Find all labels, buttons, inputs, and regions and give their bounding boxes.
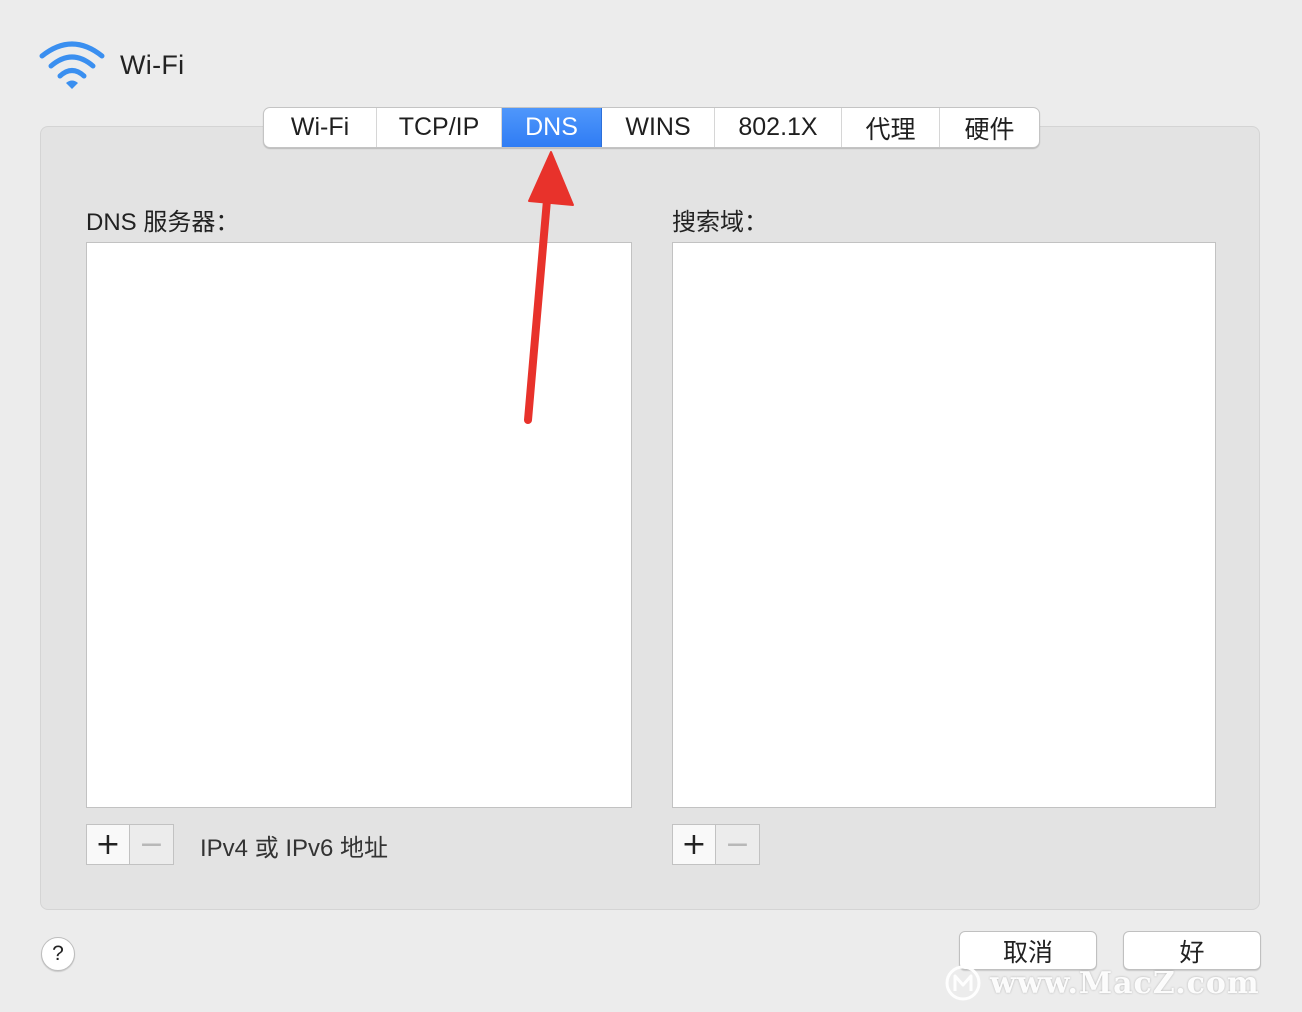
- tab-bar: Wi-Fi TCP/IP DNS WINS 802.1X 代理 硬件: [263, 107, 1040, 148]
- search-domains-list[interactable]: [672, 242, 1216, 808]
- macz-logo-icon: [945, 965, 981, 1001]
- dns-address-hint: IPv4 或 IPv6 地址: [200, 835, 389, 862]
- add-dns-server-button[interactable]: +: [86, 824, 130, 865]
- dns-servers-list[interactable]: [86, 242, 632, 808]
- window-header: Wi-Fi: [38, 38, 184, 92]
- window-title: Wi-Fi: [120, 49, 185, 80]
- tab-hardware[interactable]: 硬件: [940, 108, 1039, 147]
- wifi-icon: [39, 41, 105, 89]
- tab-8021x[interactable]: 802.1X: [715, 108, 842, 147]
- dns-servers-buttons: + −: [86, 824, 174, 865]
- add-search-domain-button[interactable]: +: [672, 824, 716, 865]
- remove-dns-server-button[interactable]: −: [130, 824, 174, 865]
- tab-wifi[interactable]: Wi-Fi: [264, 108, 377, 147]
- tab-tcpip[interactable]: TCP/IP: [377, 108, 502, 147]
- tab-dns[interactable]: DNS: [502, 108, 602, 147]
- search-domains-buttons: + −: [672, 824, 760, 865]
- search-domains-label: 搜索域：: [672, 209, 768, 236]
- tab-wins[interactable]: WINS: [602, 108, 715, 147]
- dns-servers-label: DNS 服务器：: [86, 209, 240, 236]
- tab-proxy[interactable]: 代理: [842, 108, 940, 147]
- remove-search-domain-button[interactable]: −: [716, 824, 760, 865]
- help-button[interactable]: ?: [41, 937, 75, 971]
- watermark-text: www.MacZ.com: [990, 965, 1260, 1001]
- watermark: www.MacZ.com: [944, 964, 1260, 1002]
